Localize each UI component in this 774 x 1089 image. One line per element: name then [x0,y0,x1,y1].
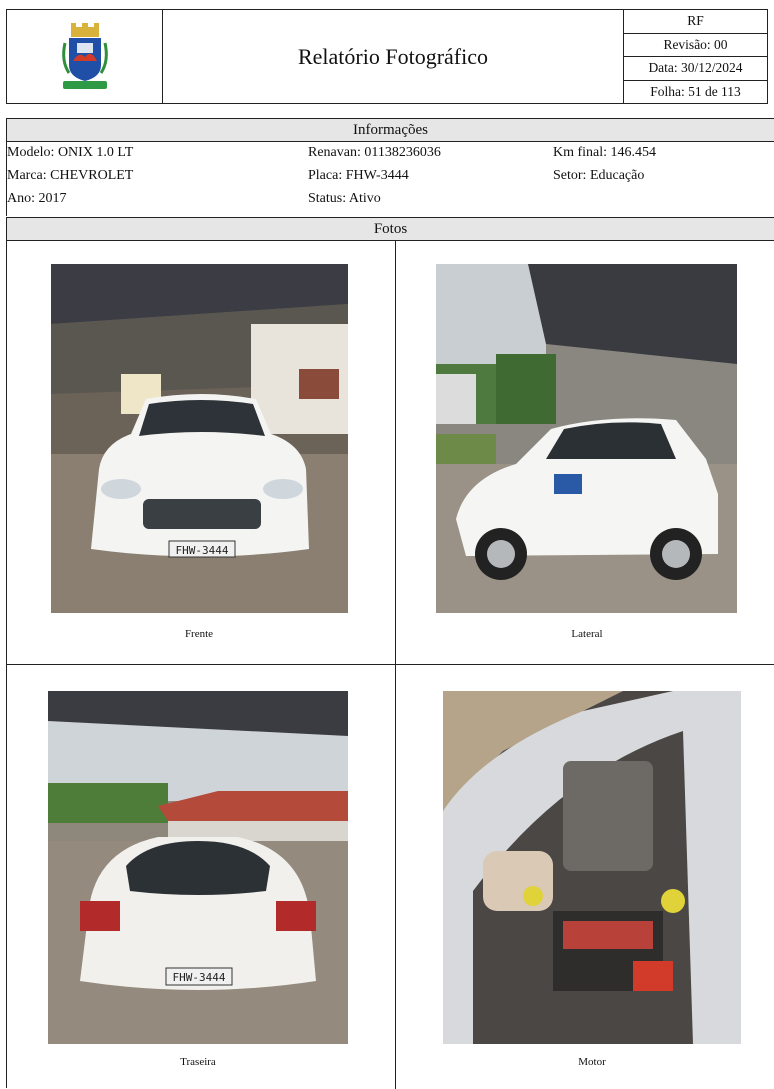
grid-divider-vertical [395,241,396,1089]
report-header: Relatório Fotográfico RF Revisão: 00 Dat… [6,9,768,104]
front-plate-text: FHW-3444 [176,544,229,557]
document-meta: RF Revisão: 00 Data: 30/12/2024 Folha: 5… [623,10,767,103]
info-setor: Setor: Educação [553,168,645,183]
document-revision: Revisão: 00 [624,34,767,57]
document-date: Data: 30/12/2024 [624,57,767,81]
municipal-coat-of-arms-icon [61,22,108,89]
photo-front: FHW-3444 [51,264,348,613]
photo-rear: FHW-3444 [48,691,348,1044]
info-marca: Marca: CHEVROLET [7,168,134,183]
info-ano: Ano: 2017 [7,191,67,206]
caption-side: Lateral [571,628,603,640]
caption-front: Frente [184,628,214,640]
caption-rear: Traseira [180,1056,216,1068]
photos-section: Fotos FHW-3444 FHW-3444 Frente Lateral T… [6,217,774,1089]
photos-grid: FHW-3444 FHW-3444 Frente Lateral Traseir… [7,241,774,1089]
document-sheet: Folha: 51 de 113 [650,83,741,99]
info-placa: Placa: FHW-3444 [308,168,409,183]
grid-divider-horizontal [7,664,774,665]
report-title: Relatório Fotográfico [297,43,488,69]
info-km-final: Km final: 146.454 [553,145,657,160]
info-modelo: Modelo: ONIX 1.0 LT [7,145,134,160]
info-section: Informações Modelo: ONIX 1.0 LT Marca: C… [6,118,774,216]
info-section-title: Informações [7,119,774,142]
photo-side [436,264,737,613]
caption-engine: Motor [578,1056,606,1068]
info-renavan: Renavan: 01138236036 [308,145,441,160]
document-code: RF [624,10,767,34]
logo-cell [7,10,163,103]
photo-engine [443,691,741,1044]
info-status: Status: Ativo [308,191,381,206]
photos-section-title: Fotos [7,218,774,241]
info-grid: Modelo: ONIX 1.0 LT Marca: CHEVROLET Ano… [7,142,774,217]
rear-plate-text: FHW-3444 [173,971,226,984]
